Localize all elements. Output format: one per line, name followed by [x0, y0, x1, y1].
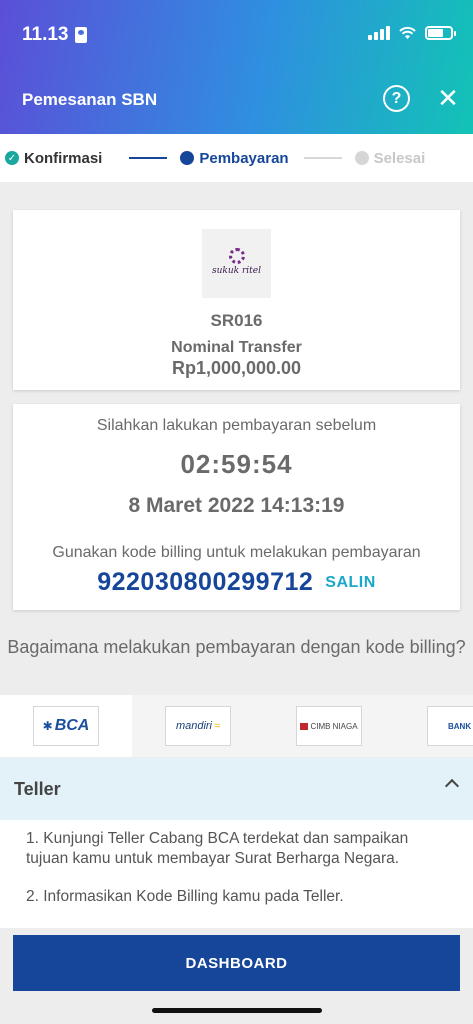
product-card: sukuk ritel · · · · · · · · · · · · SR01… — [13, 210, 460, 390]
bank-logo-partial: BANK — [427, 706, 473, 746]
copy-button[interactable]: SALIN — [325, 574, 376, 592]
step-label: Selesai — [373, 149, 426, 167]
payment-deadline: 8 Maret 2022 14:13:19 — [128, 494, 345, 517]
pending-step-dot — [354, 151, 369, 165]
chevron-up-icon — [445, 776, 459, 790]
step-label: Konfirmasi — [24, 149, 103, 167]
progress-stepper: ✓ Konfirmasi Pembayaran Selesai — [0, 134, 473, 182]
time-text: 11.13 — [22, 24, 69, 45]
accordion-teller-header[interactable]: Teller — [0, 758, 473, 820]
bank-tab-other[interactable]: BANK — [394, 695, 473, 757]
step-connector — [129, 157, 168, 159]
flower-icon — [228, 247, 245, 264]
wifi-icon — [399, 26, 416, 39]
close-button[interactable]: ✕ — [436, 83, 460, 113]
payment-card: Silahkan lakukan pembayaran sebelum 02:5… — [13, 404, 460, 610]
series-code: SR016 — [210, 311, 263, 330]
check-icon: ✓ — [5, 151, 19, 165]
step-label: Pembayaran — [199, 149, 289, 167]
billing-code: 922030800299712 — [97, 568, 314, 596]
mandiri-logo: mandiri ≈ — [165, 706, 231, 746]
cimb-mark-icon — [300, 722, 309, 730]
status-bar-time: 11.13 — [22, 24, 87, 46]
bca-logo: ✱ BCA — [33, 706, 99, 746]
countdown-timer: 02:59:54 — [180, 449, 293, 479]
app-header: 11.13 Pemesanan SBN ? ✕ — [0, 0, 473, 134]
nominal-value: Rp1,000,000.00 — [171, 358, 302, 378]
bank-tabs: ✱ BCA mandiri ≈ CIMB NIAGA BANK — [0, 695, 473, 757]
status-bar-indicators — [368, 26, 456, 40]
accordion-title: Teller — [14, 779, 61, 799]
help-button[interactable]: ? — [383, 85, 410, 112]
howto-title: Bagaimana melakukan pembayaran dengan ko… — [7, 637, 466, 657]
cellular-signal-icon — [368, 26, 390, 40]
bank-tab-mandiri[interactable]: mandiri ≈ — [132, 695, 264, 757]
step-pembayaran: Pembayaran — [180, 149, 289, 167]
bca-emblem-icon: ✱ — [42, 719, 53, 733]
close-icon: ✕ — [437, 83, 459, 113]
instruction-step: 1. Kunjungi Teller Cabang BCA terdekat d… — [26, 830, 409, 867]
question-icon: ? — [391, 89, 402, 107]
bank-tab-bca[interactable]: ✱ BCA — [0, 695, 132, 757]
cimb-logo: CIMB NIAGA — [296, 706, 362, 746]
step-selesai: Selesai — [354, 149, 426, 167]
pay-before-label: Silahkan lakukan pembayaran sebelum — [96, 417, 377, 434]
active-step-dot — [180, 151, 195, 165]
sukuk-ritel-logo: sukuk ritel · · · · · · · · · · · · — [202, 229, 271, 298]
id-card-icon — [74, 27, 87, 43]
mandiri-wave-icon: ≈ — [214, 720, 221, 732]
teller-instructions: 1. Kunjungi Teller Cabang BCA terdekat d… — [0, 820, 473, 928]
instruction-step: 2. Informasikan Kode Billing kamu pada T… — [26, 888, 344, 905]
billing-row: 922030800299712 SALIN — [13, 568, 460, 597]
billing-hint: Gunakan kode billing untuk melakukan pem… — [52, 544, 421, 561]
step-konfirmasi: ✓ Konfirmasi — [5, 150, 102, 167]
logo-text: sukuk ritel — [212, 265, 261, 276]
battery-icon — [425, 26, 456, 40]
step-connector — [303, 157, 342, 159]
dashboard-button[interactable]: DASHBOARD — [13, 935, 460, 991]
bank-tab-cimb[interactable]: CIMB NIAGA — [264, 695, 394, 757]
nominal-label: Nominal Transfer — [171, 339, 302, 356]
home-indicator — [152, 1008, 322, 1013]
page-title: Pemesanan SBN — [22, 90, 158, 109]
logo-tagline-decoration: · · · · · · · · · · · · — [223, 275, 250, 280]
